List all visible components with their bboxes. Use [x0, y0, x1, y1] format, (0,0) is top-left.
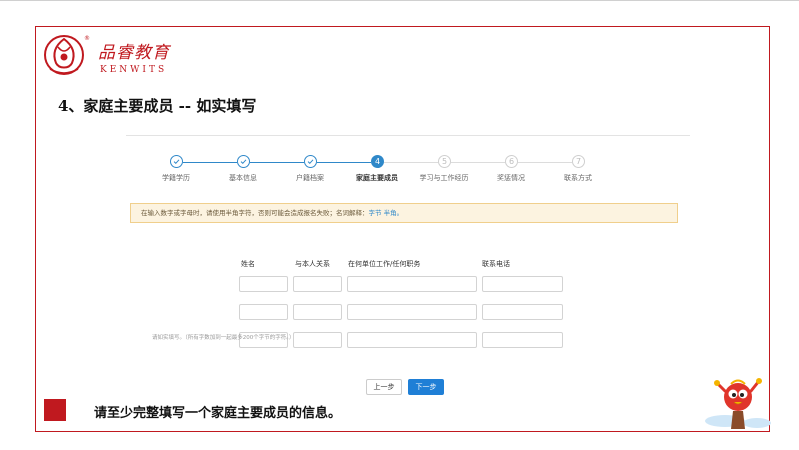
footer-instruction: 请至少完整填写一个家庭主要成员的信息。	[94, 406, 342, 421]
step-connector	[317, 162, 371, 163]
column-header-relation: 与本人关系	[295, 260, 330, 268]
member-3-relation-input[interactable]	[293, 332, 342, 348]
step-1-circle[interactable]	[170, 155, 183, 168]
fill-hint: 请如实填写。（所有字数加到一起最多200个字节的字符。）	[152, 335, 295, 341]
step-2-circle[interactable]	[237, 155, 250, 168]
kenwits-logo-icon	[44, 35, 84, 75]
step-progress: 学籍学历 基本信息 户籍档案 4 家庭主要成员 5 学习与工作经历 6 奖惩情况…	[162, 155, 630, 195]
member-3-phone-input[interactable]	[482, 332, 563, 348]
next-step-button[interactable]: 下一步	[408, 379, 444, 395]
step-connector	[451, 162, 505, 163]
step-5-label: 学习与工作经历	[419, 174, 469, 182]
slide-heading: 4、家庭主要成员 -- 如实填写	[58, 97, 257, 115]
red-square-bullet	[44, 399, 66, 421]
prev-step-button[interactable]: 上一步	[366, 379, 402, 395]
check-icon	[307, 159, 314, 165]
slide-frame: ® 品睿教育 KENWITS 4、家庭主要成员 -- 如实填写 学籍学历 基本信…	[35, 26, 771, 432]
member-1-phone-input[interactable]	[482, 276, 563, 292]
screen-divider	[126, 135, 690, 136]
notice-link[interactable]: 字节 半角。	[369, 209, 404, 217]
step-3-circle[interactable]	[304, 155, 317, 168]
step-connector	[384, 162, 438, 163]
member-2-phone-input[interactable]	[482, 304, 563, 320]
step-3-label: 户籍档案	[296, 174, 324, 182]
step-2-label: 基本信息	[229, 174, 257, 182]
member-2-work-input[interactable]	[347, 304, 477, 320]
member-1-relation-input[interactable]	[293, 276, 342, 292]
step-4-label: 家庭主要成员	[356, 174, 398, 182]
step-7-circle[interactable]: 7	[572, 155, 585, 168]
column-header-name: 姓名	[241, 260, 255, 268]
step-4-circle[interactable]: 4	[371, 155, 384, 168]
step-1-label: 学籍学历	[162, 174, 190, 182]
notice-text: 在输入数字或字母时，请使用半角字符，否则可能会造成报名失败；名词解释：	[141, 209, 369, 217]
brand-name-en: KENWITS	[100, 65, 168, 75]
step-connector	[518, 162, 572, 163]
step-7-label: 联系方式	[564, 174, 592, 182]
step-connector	[250, 162, 304, 163]
check-icon	[173, 159, 180, 165]
member-1-name-input[interactable]	[239, 276, 288, 292]
step-6-circle[interactable]: 6	[505, 155, 518, 168]
registered-mark: ®	[84, 35, 90, 42]
step-connector	[183, 162, 237, 163]
step-5-circle[interactable]: 5	[438, 155, 451, 168]
brand-name-cn: 品睿教育	[98, 43, 170, 63]
column-header-phone: 联系电话	[482, 260, 510, 268]
member-2-relation-input[interactable]	[293, 304, 342, 320]
member-3-work-input[interactable]	[347, 332, 477, 348]
member-2-name-input[interactable]	[239, 304, 288, 320]
check-icon	[240, 159, 247, 165]
column-header-work: 在何单位工作/任何职务	[348, 260, 421, 268]
mascot-illustration	[705, 378, 771, 429]
member-1-work-input[interactable]	[347, 276, 477, 292]
step-6-label: 奖惩情况	[497, 174, 525, 182]
halfwidth-notice: 在输入数字或字母时，请使用半角字符，否则可能会造成报名失败；名词解释：字节 半角…	[130, 203, 678, 223]
top-divider	[0, 0, 799, 1]
